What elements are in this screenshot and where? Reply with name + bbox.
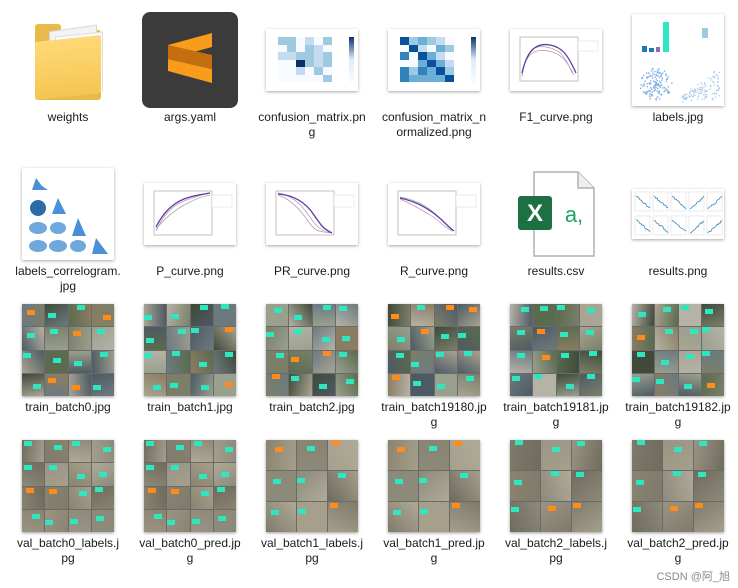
file-name: val_batch1_pred.jpg <box>383 536 485 565</box>
image-thumbnail <box>264 302 360 398</box>
file-name: R_curve.png <box>399 264 469 278</box>
file-name: PR_curve.png <box>273 264 351 278</box>
file-item-weights[interactable]: weights <box>8 12 128 125</box>
image-thumbnail <box>20 438 116 534</box>
file-item-train-batch1[interactable]: train_batch1.jpg <box>130 302 250 415</box>
file-item-r-curve[interactable]: R_curve.png <box>374 166 494 279</box>
file-name: val_batch2_pred.jpg <box>627 536 729 565</box>
image-thumbnail <box>142 438 238 534</box>
file-name: train_batch19180.jpg <box>381 400 487 429</box>
file-name: train_batch19182.jpg <box>625 400 731 429</box>
image-thumbnail <box>508 12 604 108</box>
file-item-train-batch19180[interactable]: train_batch19180.jpg <box>374 302 494 430</box>
file-item-confusion-matrix-normalized[interactable]: confusion_matrix_normalized.png <box>374 12 494 140</box>
file-name: val_batch1_labels.jpg <box>260 536 364 565</box>
image-thumbnail <box>20 302 116 398</box>
file-item-train-batch2[interactable]: train_batch2.jpg <box>252 302 372 415</box>
file-item-labels-correlogram[interactable]: labels_correlogram.jpg <box>8 166 128 294</box>
folder-icon <box>20 12 116 108</box>
file-grid: weights args.yaml confusion_matrix.png c… <box>0 0 738 588</box>
image-thumbnail <box>142 166 238 262</box>
file-name: train_batch1.jpg <box>147 400 233 414</box>
file-item-f1-curve[interactable]: F1_curve.png <box>496 12 616 125</box>
file-item-results-png[interactable]: results.png <box>618 166 738 279</box>
image-thumbnail <box>508 438 604 534</box>
image-thumbnail <box>630 302 726 398</box>
file-item-val-batch0-labels[interactable]: val_batch0_labels.jpg <box>8 438 128 566</box>
file-name: args.yaml <box>163 110 216 124</box>
file-item-val-batch1-pred[interactable]: val_batch1_pred.jpg <box>374 438 494 566</box>
watermark: CSDN @阿_旭 <box>656 571 730 583</box>
file-name: val_batch0_labels.jpg <box>16 536 120 565</box>
image-thumbnail <box>264 12 360 108</box>
file-name: confusion_matrix_normalized.png <box>381 110 487 139</box>
image-thumbnail <box>630 166 726 262</box>
file-item-pr-curve[interactable]: PR_curve.png <box>252 166 372 279</box>
image-thumbnail <box>630 12 726 108</box>
file-item-train-batch19181[interactable]: train_batch19181.jpg <box>496 302 616 430</box>
file-name: train_batch2.jpg <box>269 400 355 414</box>
file-name: results.csv <box>527 264 585 278</box>
image-thumbnail <box>142 302 238 398</box>
file-item-confusion-matrix[interactable]: confusion_matrix.png <box>252 12 372 140</box>
file-item-val-batch1-labels[interactable]: val_batch1_labels.jpg <box>252 438 372 566</box>
file-item-train-batch19182[interactable]: train_batch19182.jpg <box>618 302 738 430</box>
image-thumbnail <box>630 438 726 534</box>
file-item-args-yaml[interactable]: args.yaml <box>130 12 250 125</box>
file-item-labels[interactable]: labels.jpg <box>618 12 738 125</box>
file-name: labels_correlogram.jpg <box>15 264 121 293</box>
image-thumbnail <box>508 302 604 398</box>
image-thumbnail <box>386 438 482 534</box>
file-name: results.png <box>648 264 708 278</box>
file-name: train_batch19181.jpg <box>503 400 609 429</box>
file-name: confusion_matrix.png <box>258 110 366 139</box>
file-item-val-batch2-labels[interactable]: val_batch2_labels.jpg <box>496 438 616 566</box>
image-thumbnail <box>20 166 116 262</box>
file-name: weights <box>47 110 89 124</box>
image-thumbnail <box>386 166 482 262</box>
file-item-train-batch0[interactable]: train_batch0.jpg <box>8 302 128 415</box>
image-thumbnail <box>386 302 482 398</box>
file-name: train_batch0.jpg <box>25 400 111 414</box>
file-item-val-batch2-pred[interactable]: val_batch2_pred.jpg <box>618 438 738 566</box>
file-name: F1_curve.png <box>519 110 593 124</box>
sublime-text-icon <box>142 12 238 108</box>
file-item-val-batch0-pred[interactable]: val_batch0_pred.jpg <box>130 438 250 566</box>
image-thumbnail <box>386 12 482 108</box>
image-thumbnail <box>264 438 360 534</box>
file-name: val_batch0_pred.jpg <box>139 536 241 565</box>
file-item-p-curve[interactable]: P_curve.png <box>130 166 250 279</box>
excel-suffix: a, <box>565 202 583 227</box>
file-name: val_batch2_labels.jpg <box>504 536 608 565</box>
excel-letter: X <box>527 200 543 227</box>
excel-icon: X a, <box>508 166 604 262</box>
image-thumbnail <box>264 166 360 262</box>
file-name: labels.jpg <box>652 110 704 124</box>
file-name: P_curve.png <box>156 264 224 278</box>
file-item-results-csv[interactable]: X a, results.csv <box>496 166 616 279</box>
